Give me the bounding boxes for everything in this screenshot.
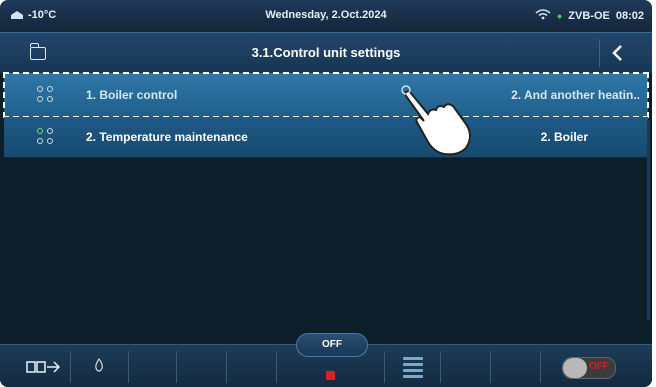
toggle-knob [563, 358, 587, 378]
title-bar: 3.1.Control unit settings [0, 32, 652, 74]
list-item[interactable]: 1. Boiler control 2. And another heatin.… [3, 72, 649, 118]
options-icon [37, 128, 55, 146]
page-title: 3.1.Control unit settings [251, 45, 401, 60]
clock: 08:02 [615, 10, 644, 22]
device-name: ZVB-OE [568, 10, 610, 22]
divider [540, 351, 541, 383]
divider [276, 351, 277, 383]
divider [384, 351, 385, 383]
wifi-icon [535, 9, 551, 23]
options-icon [37, 86, 55, 104]
divider [176, 351, 177, 383]
scrollbar[interactable] [647, 120, 650, 320]
hand-pointer-icon [401, 85, 471, 156]
status-bar: -10°C Wednesday, 2.Oct.2024 ● ZVB-OE 08:… [0, 0, 652, 32]
list-item-label: 1. Boiler control [86, 88, 178, 102]
off-status-tab[interactable]: OFF [296, 333, 368, 357]
divider [70, 351, 71, 383]
flame-icon[interactable] [94, 358, 104, 372]
power-toggle-icon: OFF [589, 361, 609, 372]
list-item-value: 2. Boiler [540, 130, 588, 144]
device-status-icon: ● [556, 11, 563, 21]
divider [226, 351, 227, 383]
settings-list: 1. Boiler control 2. And another heatin.… [0, 72, 652, 158]
back-icon [612, 45, 622, 61]
stop-indicator [326, 371, 335, 380]
list-item-value: 2. And another heatin.. [511, 88, 640, 102]
device-screen: -10°C Wednesday, 2.Oct.2024 ● ZVB-OE 08:… [0, 0, 652, 387]
divider [128, 351, 129, 383]
back-button[interactable] [599, 39, 634, 67]
menu-button[interactable] [394, 351, 432, 383]
bottom-bar: OFF OFF [0, 333, 652, 387]
list-item-label: 2. Temperature maintenance [86, 130, 248, 144]
divider [490, 351, 491, 383]
divider [440, 351, 441, 383]
mode-icon[interactable] [26, 359, 61, 378]
power-toggle[interactable]: OFF [562, 357, 616, 379]
list-item[interactable]: 2. Temperature maintenance 2. Boiler [4, 117, 648, 158]
status-right: ● ZVB-OE 08:02 [535, 9, 644, 23]
